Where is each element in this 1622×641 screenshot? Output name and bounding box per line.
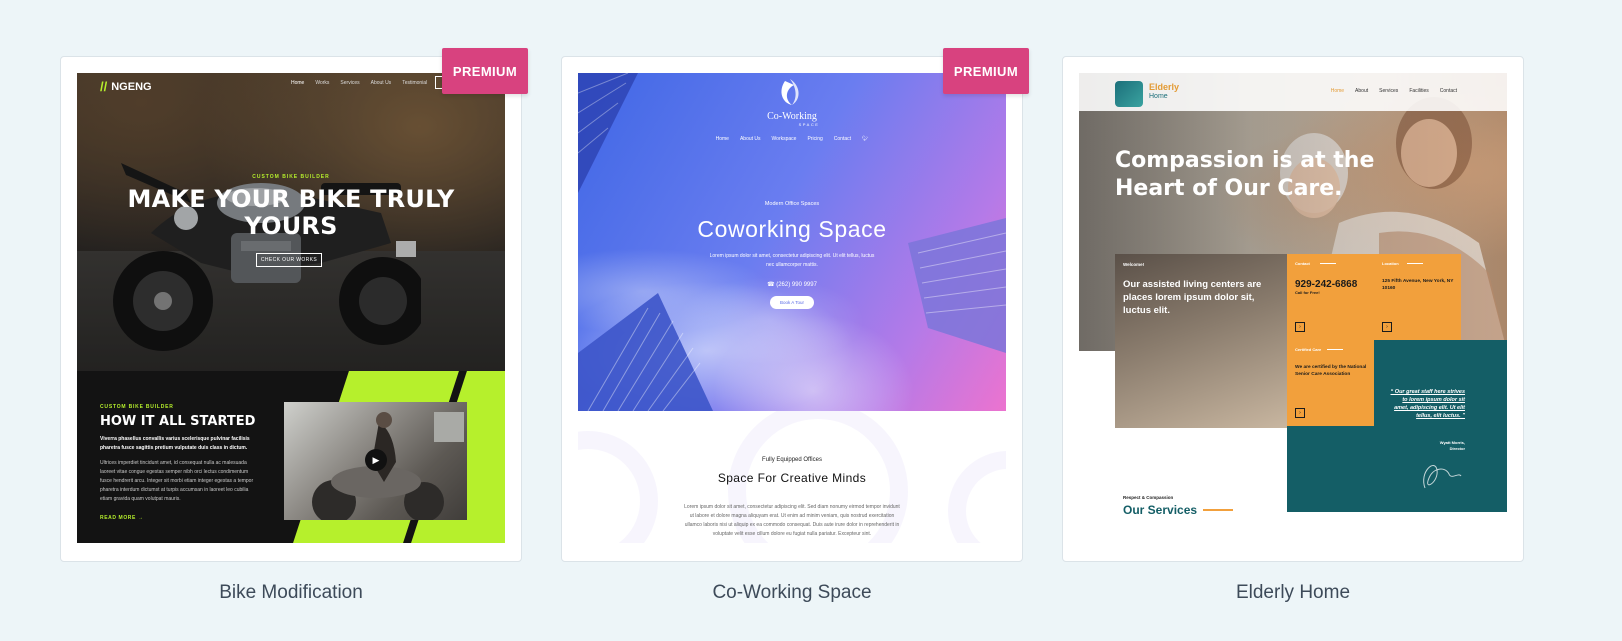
hero-phone: ☎ (262) 990 9997 — [767, 282, 817, 288]
contact-box: Contact 929-242-6868 Call for Free! › — [1287, 254, 1374, 340]
section-title: Space For Creative Minds — [717, 471, 867, 485]
services-kicker: Respect & Compassion — [1123, 495, 1174, 500]
elderly-logo-icon — [1115, 81, 1143, 107]
template-card-bike-preview[interactable]: PREMIUM // NGENG Home Works Services Abo… — [60, 48, 528, 562]
template-title[interactable]: Co-Working Space — [561, 582, 1023, 604]
logo-text: Co-Working — [767, 111, 817, 122]
template-card-bike[interactable]: PREMIUM // NGENG Home Works Services Abo… — [60, 48, 528, 604]
arrow-right-icon: › — [1295, 408, 1305, 418]
testimonial-author: Wyatt Morris, Director — [1439, 440, 1465, 451]
video-thumbnail: ▶ — [284, 402, 467, 520]
coworking-hero: Co-Working SPACE Home About Us Workspace… — [578, 73, 1006, 411]
arrow-right-icon: › — [1295, 322, 1305, 332]
bike-hero-image: // NGENG Home Works Services About Us Te… — [77, 73, 505, 371]
testimonial-quote: “ Our great staff here strives to lorem … — [1390, 389, 1465, 419]
template-title[interactable]: Bike Modification — [60, 582, 522, 604]
brand-mark-icon: // — [100, 79, 108, 94]
section-lead: Viverra phasellus convallis varius scele… — [100, 436, 250, 451]
template-card-elderly-preview[interactable]: Elderly Home Home About Services Facilit… — [1062, 56, 1524, 562]
services-title: Our Services — [1123, 503, 1234, 517]
twitter-icon: 🐦︎ — [862, 136, 869, 142]
bike-preview-screenshot[interactable]: // NGENG Home Works Services About Us Te… — [77, 73, 505, 543]
hero-cta: CHECK OUR WORKS — [256, 253, 322, 267]
premium-badge: PREMIUM — [943, 48, 1029, 94]
hero-cta: Book A Tour — [770, 296, 814, 309]
section-body: Lorem ipsum dolor sit amet, consectetur … — [684, 504, 900, 537]
read-more-link: READ MORE → — [100, 515, 144, 521]
hero-description: Lorem ipsum dolor sit amet, consectetur … — [709, 253, 875, 268]
signature-image — [1423, 465, 1462, 489]
bike-logo: // NGENG — [100, 79, 152, 94]
premium-badge: PREMIUM — [442, 48, 528, 94]
section-kicker: Fully Equipped Offices — [762, 457, 822, 463]
coworking-nav: Home About Us Workspace Pricing Contact … — [715, 136, 869, 142]
elderly-preview-screenshot[interactable]: Elderly Home Home About Services Facilit… — [1079, 73, 1507, 543]
coworking-preview-screenshot[interactable]: Co-Working SPACE Home About Us Workspace… — [578, 73, 1006, 543]
elderly-nav: Home About Services Facilities Contact — [1330, 88, 1457, 94]
elderly-logo-text: Elderly Home — [1149, 82, 1180, 101]
play-icon: ▶ — [365, 449, 387, 471]
hero-headline: MAKE YOUR BIKE TRULY YOURS — [127, 185, 455, 240]
location-box: Location 125 Fifth Avenue, New York, NY … — [1374, 254, 1461, 340]
hero-kicker: Modern Office Spaces — [764, 201, 820, 207]
bike-nav: Home Works Services About Us Testimonial — [291, 80, 428, 86]
cowork-logo-icon — [781, 81, 794, 105]
hero-headline: Coworking Space — [697, 216, 887, 242]
welcome-photo: Welcome! Our assisted living centers are… — [1115, 254, 1287, 428]
section-title: HOW IT ALL STARTED — [100, 414, 256, 429]
arrow-right-icon: › — [1382, 322, 1392, 332]
certified-box: Certified Care We are certified by the N… — [1287, 340, 1374, 426]
template-title[interactable]: Elderly Home — [1062, 582, 1524, 604]
template-card-elderly[interactable]: Elderly Home Home About Services Facilit… — [1062, 56, 1524, 604]
hero-kicker: CUSTOM BIKE BUILDER — [252, 174, 330, 180]
coworking-features-section: Fully Equipped Offices Space For Creativ… — [578, 411, 1006, 543]
template-card-coworking-preview[interactable]: PREMIUM Co-Working SPACE Home About Us W… — [561, 48, 1029, 562]
section-body: Ultrices imperdiet tincidunt amet, id co… — [100, 460, 254, 502]
logo-sub: SPACE — [798, 122, 820, 127]
hero-headline: Compassion is at the Heart of Our Care. — [1115, 148, 1375, 201]
section-kicker: CUSTOM BIKE BUILDER — [100, 404, 174, 410]
bike-about-section: CUSTOM BIKE BUILDER HOW IT ALL STARTED V… — [77, 371, 505, 543]
template-card-coworking[interactable]: PREMIUM Co-Working SPACE Home About Us W… — [561, 48, 1029, 604]
